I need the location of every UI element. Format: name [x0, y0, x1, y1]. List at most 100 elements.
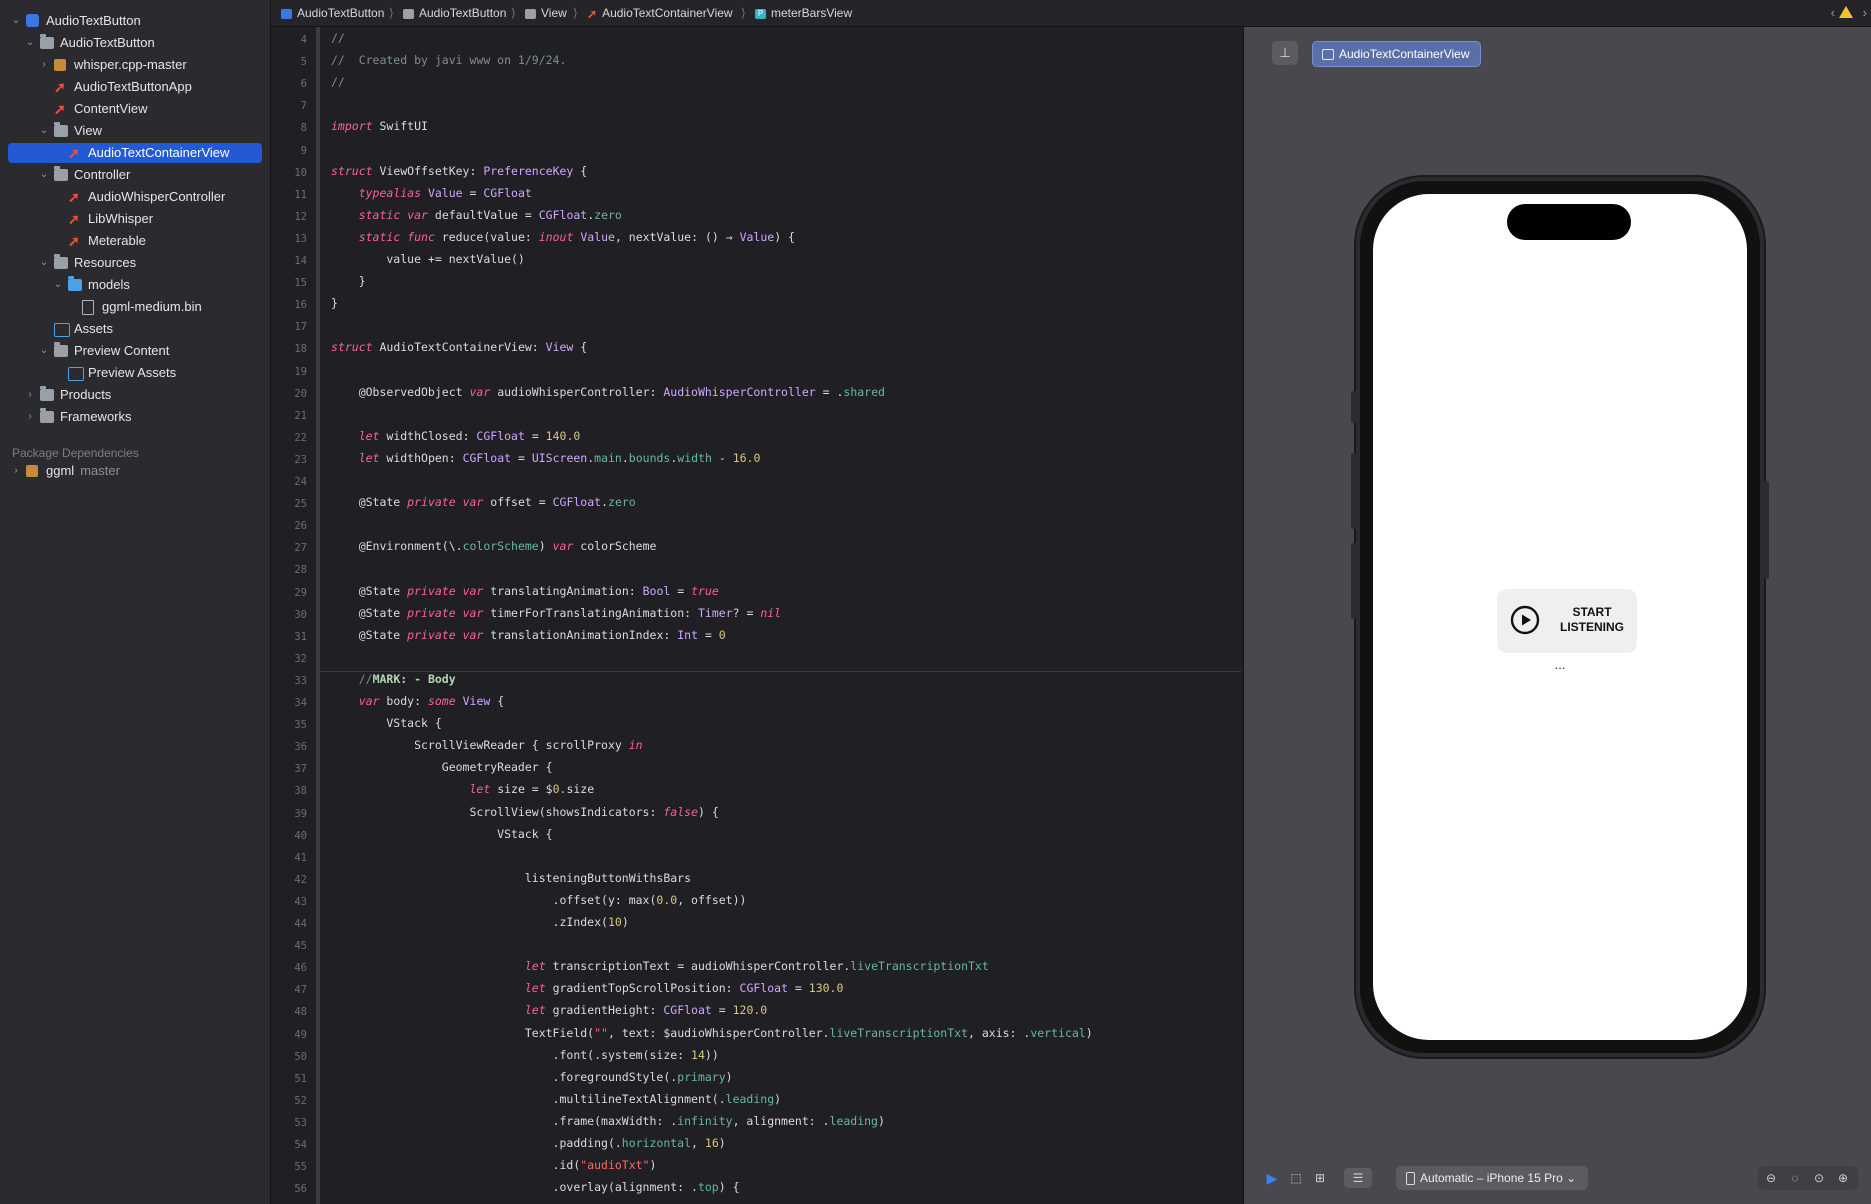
preview-tab[interactable]: AudioTextContainerView — [1312, 41, 1481, 67]
chevron-right-icon[interactable]: › — [38, 55, 50, 75]
code-line[interactable]: let size = $0.size — [331, 782, 594, 796]
chevron-down-icon[interactable]: ⌄ — [52, 275, 64, 295]
code-line[interactable]: var body: some View { — [331, 694, 504, 708]
start-listening-button[interactable]: START LISTENING — [1497, 589, 1637, 653]
zoom-actual-icon[interactable]: ⊙ — [1808, 1166, 1830, 1190]
code-line[interactable]: let transcriptionText = audioWhisperCont… — [331, 959, 989, 973]
source-editor[interactable]: 4 5 6 7 8 9 10 11 12 13 14 15 16 17 18 19 20 21 22 23 24 25 26… — [271, 27, 1241, 1204]
sidebar-item-preview-assets[interactable]: Preview Assets — [8, 363, 262, 383]
sidebar-item-resources[interactable]: ⌄ Resources — [8, 253, 262, 273]
line-number: 39 — [294, 807, 307, 820]
code-line[interactable]: VStack { — [331, 716, 441, 730]
code-line[interactable]: @State private var offset = CGFloat.zero — [331, 495, 636, 509]
code-line[interactable]: .id("audioTxt") — [331, 1158, 657, 1172]
code-line[interactable]: listeningButtonWithsBars — [331, 871, 691, 885]
code-line[interactable]: .overlay(alignment: .top) { — [331, 1180, 740, 1194]
volume-down-button — [1351, 543, 1356, 619]
sidebar-item-view[interactable]: ⌄ View — [8, 121, 262, 141]
zoom-in-icon[interactable]: ⊕ — [1832, 1166, 1854, 1190]
file-icon — [82, 300, 94, 315]
sidebar-item-models[interactable]: ⌄ models — [8, 275, 262, 295]
code-line[interactable]: .offset(y: max(0.0, offset)) — [331, 893, 747, 907]
code-line[interactable]: VStack { — [331, 827, 552, 841]
sidebar-item-libwhisper[interactable]: ➚ LibWhisper — [8, 209, 262, 229]
code-line[interactable]: // — [331, 75, 345, 89]
chevron-left-icon[interactable]: ‹ — [1831, 0, 1835, 26]
code-line[interactable]: struct ViewOffsetKey: PreferenceKey { — [331, 164, 587, 178]
code-line[interactable]: struct AudioTextContainerView: View { — [331, 340, 587, 354]
chevron-down-icon[interactable]: ⌄ — [10, 11, 22, 31]
sidebar-item-products[interactable]: › Products — [8, 385, 262, 405]
code-line[interactable]: @ObservedObject var audioWhisperControll… — [331, 385, 885, 399]
breadcrumb-symbol[interactable]: PmeterBarsView — [755, 0, 852, 26]
sidebar-item-ggml-medium-bin[interactable]: ggml-medium.bin — [8, 297, 262, 317]
breadcrumb-folder[interactable]: AudioTextButton — [403, 0, 506, 26]
code-line[interactable]: .frame(maxWidth: .infinity, alignment: .… — [331, 1114, 885, 1128]
code-line[interactable]: .multilineTextAlignment(.leading) — [331, 1092, 782, 1106]
sidebar-item-audiowhispercontroller[interactable]: ➚ AudioWhisperController — [8, 187, 262, 207]
chevron-right-icon[interactable]: › — [24, 385, 36, 405]
code-line[interactable]: } — [331, 274, 366, 288]
package-ggml[interactable]: › ggml master — [8, 461, 262, 481]
sidebar-item-frameworks[interactable]: › Frameworks — [8, 407, 262, 427]
code-line[interactable]: } — [331, 296, 338, 310]
code-line[interactable]: // Created by javi www on 1/9/24. — [331, 53, 566, 67]
code-line[interactable]: ScrollViewReader { scrollProxy in — [331, 738, 643, 752]
sidebar-item-preview-content[interactable]: ⌄ Preview Content — [8, 341, 262, 361]
chevron-down-icon[interactable]: ⌄ — [24, 33, 36, 53]
live-preview-icon[interactable]: ▶ — [1262, 1168, 1282, 1188]
sidebar-item-audiotextbuttonapp[interactable]: ➚ AudioTextButtonApp — [8, 77, 262, 97]
volume-up-button — [1351, 453, 1356, 529]
code-line[interactable]: value += nextValue() — [331, 252, 525, 266]
breadcrumb-view-folder[interactable]: View — [525, 0, 567, 26]
code-line[interactable]: .zIndex(10) — [331, 915, 629, 929]
variants-icon[interactable]: ☰ — [1344, 1168, 1372, 1188]
chevron-down-icon[interactable]: ⌄ — [38, 341, 50, 361]
code-line[interactable]: .font(.system(size: 14)) — [331, 1048, 719, 1062]
code-line[interactable]: @State private var translationAnimationI… — [331, 628, 726, 642]
device-picker[interactable]: Automatic – iPhone 15 Pro ⌄ — [1396, 1166, 1589, 1190]
code-line[interactable]: .foregroundStyle(.primary) — [331, 1070, 733, 1084]
code-line[interactable]: .padding(.horizontal, 16) — [331, 1136, 726, 1150]
pin-icon[interactable]: ⊥ — [1272, 41, 1298, 65]
chevron-right-icon[interactable]: › — [1863, 0, 1867, 26]
sidebar-item-audiotextcontainerview[interactable]: ➚ AudioTextContainerView — [8, 143, 262, 163]
code-line[interactable]: typealias Value = CGFloat — [331, 186, 532, 200]
code-line[interactable]: ScrollView(showsIndicators: false) { — [331, 805, 718, 819]
grid-icon[interactable]: ⊞ — [1310, 1168, 1330, 1188]
chevron-down-icon[interactable]: ⌄ — [38, 121, 50, 141]
code-line[interactable]: let gradientTopScrollPosition: CGFloat =… — [331, 981, 844, 995]
sidebar-item-controller[interactable]: ⌄ Controller — [8, 165, 262, 185]
code-line[interactable]: let widthClosed: CGFloat = 140.0 — [331, 429, 581, 443]
code-line[interactable]: let widthOpen: CGFloat = UIScreen.main.b… — [331, 451, 761, 465]
chevron-right-icon[interactable]: › — [24, 407, 36, 427]
breadcrumb-file[interactable]: ➚ AudioTextContainerView — [587, 0, 733, 26]
code-line[interactable]: TextField("", text: $audioWhisperControl… — [331, 1026, 1093, 1040]
code-line[interactable]: @Environment(\.colorScheme) var colorSch… — [331, 539, 657, 553]
code-line[interactable]: let gradientHeight: CGFloat = 120.0 — [331, 1003, 767, 1017]
code-line[interactable]: GeometryReader { — [331, 760, 553, 774]
sidebar-item-whisper-cpp-master[interactable]: › whisper.cpp-master — [8, 55, 262, 75]
sidebar-item-contentview[interactable]: ➚ ContentView — [8, 99, 262, 119]
chevron-down-icon[interactable]: ⌄ — [38, 253, 50, 273]
code-line[interactable]: @State private var timerForTranslatingAn… — [331, 606, 781, 620]
chevron-right-icon[interactable]: › — [10, 461, 22, 481]
sidebar-item-audiotextbutton[interactable]: ⌄ AudioTextButton — [8, 11, 262, 31]
sidebar-item-label: ggml-medium.bin — [102, 299, 202, 314]
sidebar-item-assets[interactable]: Assets — [8, 319, 262, 339]
selectable-mode-icon[interactable]: ⬚ — [1286, 1168, 1306, 1188]
code-line[interactable]: import SwiftUI — [331, 119, 428, 133]
code-line[interactable]: static func reduce(value: inout Value, n… — [331, 230, 795, 244]
zoom-out-icon[interactable]: ⊖ — [1760, 1166, 1782, 1190]
sidebar-item-audiotextbutton[interactable]: ⌄ AudioTextButton — [8, 33, 262, 53]
code-line[interactable]: @State private var translatingAnimation:… — [331, 584, 719, 598]
code-line[interactable]: //MARK: - Body — [331, 672, 456, 686]
zoom-fit-icon[interactable]: ◌ — [1784, 1166, 1806, 1190]
line-number: 27 — [294, 542, 307, 555]
code-line[interactable]: // — [331, 31, 345, 45]
code-line[interactable]: static var defaultValue = CGFloat.zero — [331, 208, 622, 222]
warning-icon[interactable] — [1839, 6, 1853, 18]
breadcrumb-project[interactable]: AudioTextButton — [281, 0, 384, 26]
sidebar-item-meterable[interactable]: ➚ Meterable — [8, 231, 262, 251]
chevron-down-icon[interactable]: ⌄ — [38, 165, 50, 185]
